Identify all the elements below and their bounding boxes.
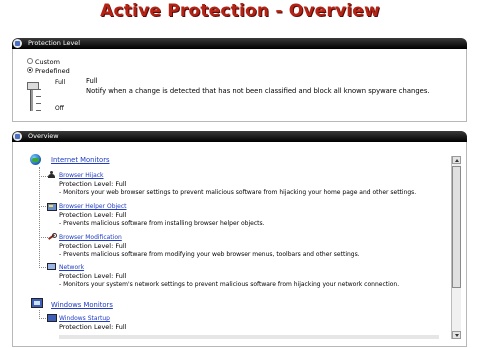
item-level: Protection Level: Full [59, 242, 127, 250]
item-windows-startup[interactable]: Windows Startup [59, 315, 110, 322]
scroll-down-button[interactable] [452, 331, 461, 339]
slider-tick [36, 96, 41, 97]
overview-scrollbar[interactable] [451, 156, 461, 339]
radio-custom-label: Custom [35, 58, 60, 66]
section-internet-monitors[interactable]: Internet Monitors [51, 156, 110, 164]
item-level: Protection Level: Full [59, 323, 127, 331]
page-title: Active Protection - Overview [100, 1, 380, 21]
slider-label-off: Off [55, 105, 64, 112]
item-description: - Monitors your web browser settings to … [59, 189, 417, 196]
item-browser-modification[interactable]: Browser Modification [59, 234, 122, 241]
network-icon [47, 263, 56, 271]
overview-header: Overview [12, 131, 467, 142]
item-browser-hijack[interactable]: Browser Hijack [59, 172, 104, 179]
scroll-thumb[interactable] [452, 166, 461, 288]
globe-icon [30, 154, 41, 165]
slider-tick [36, 110, 41, 111]
item-description: - Prevents malicious software from insta… [59, 220, 265, 227]
protection-level-header-label: Protection Level [28, 39, 81, 47]
slider-tick [36, 89, 41, 90]
item-description: - Prevents malicious software from modif… [59, 251, 360, 258]
item-level: Protection Level: Full [59, 211, 127, 219]
windows-startup-icon [47, 314, 57, 322]
item-network[interactable]: Network [59, 264, 84, 271]
section-windows-monitors[interactable]: Windows Monitors [51, 301, 113, 309]
overview-icon [13, 132, 22, 141]
wrench-icon [47, 233, 57, 241]
radio-predefined[interactable]: Predefined [27, 67, 70, 75]
overview-panel: Internet Monitors Browser Hijack Protect… [12, 142, 467, 347]
current-level-name: Full [86, 77, 98, 85]
scroll-up-button[interactable] [452, 156, 461, 164]
helper-icon [47, 202, 57, 211]
item-description: - Monitors your system's network setting… [59, 281, 400, 288]
item-browser-helper-object[interactable]: Browser Helper Object [59, 203, 127, 210]
protection-level-header: Protection Level [12, 38, 467, 49]
windows-icon [30, 297, 43, 309]
slider-tick [36, 103, 41, 104]
radio-custom-indicator[interactable] [27, 58, 33, 64]
overview-header-label: Overview [28, 132, 59, 140]
slider-label-full: Full [55, 79, 66, 86]
current-level-description: Notify when a change is detected that ha… [86, 87, 430, 95]
radio-predefined-indicator[interactable] [27, 67, 33, 73]
protection-level-panel: Custom Predefined Full Off Full Notify w… [12, 49, 467, 122]
radio-predefined-label: Predefined [35, 67, 70, 75]
item-level: Protection Level: Full [59, 180, 127, 188]
person-icon [47, 171, 56, 179]
protection-level-icon [13, 39, 22, 48]
radio-custom[interactable]: Custom [27, 58, 60, 66]
item-description-partial [59, 335, 439, 343]
item-level: Protection Level: Full [59, 272, 127, 280]
